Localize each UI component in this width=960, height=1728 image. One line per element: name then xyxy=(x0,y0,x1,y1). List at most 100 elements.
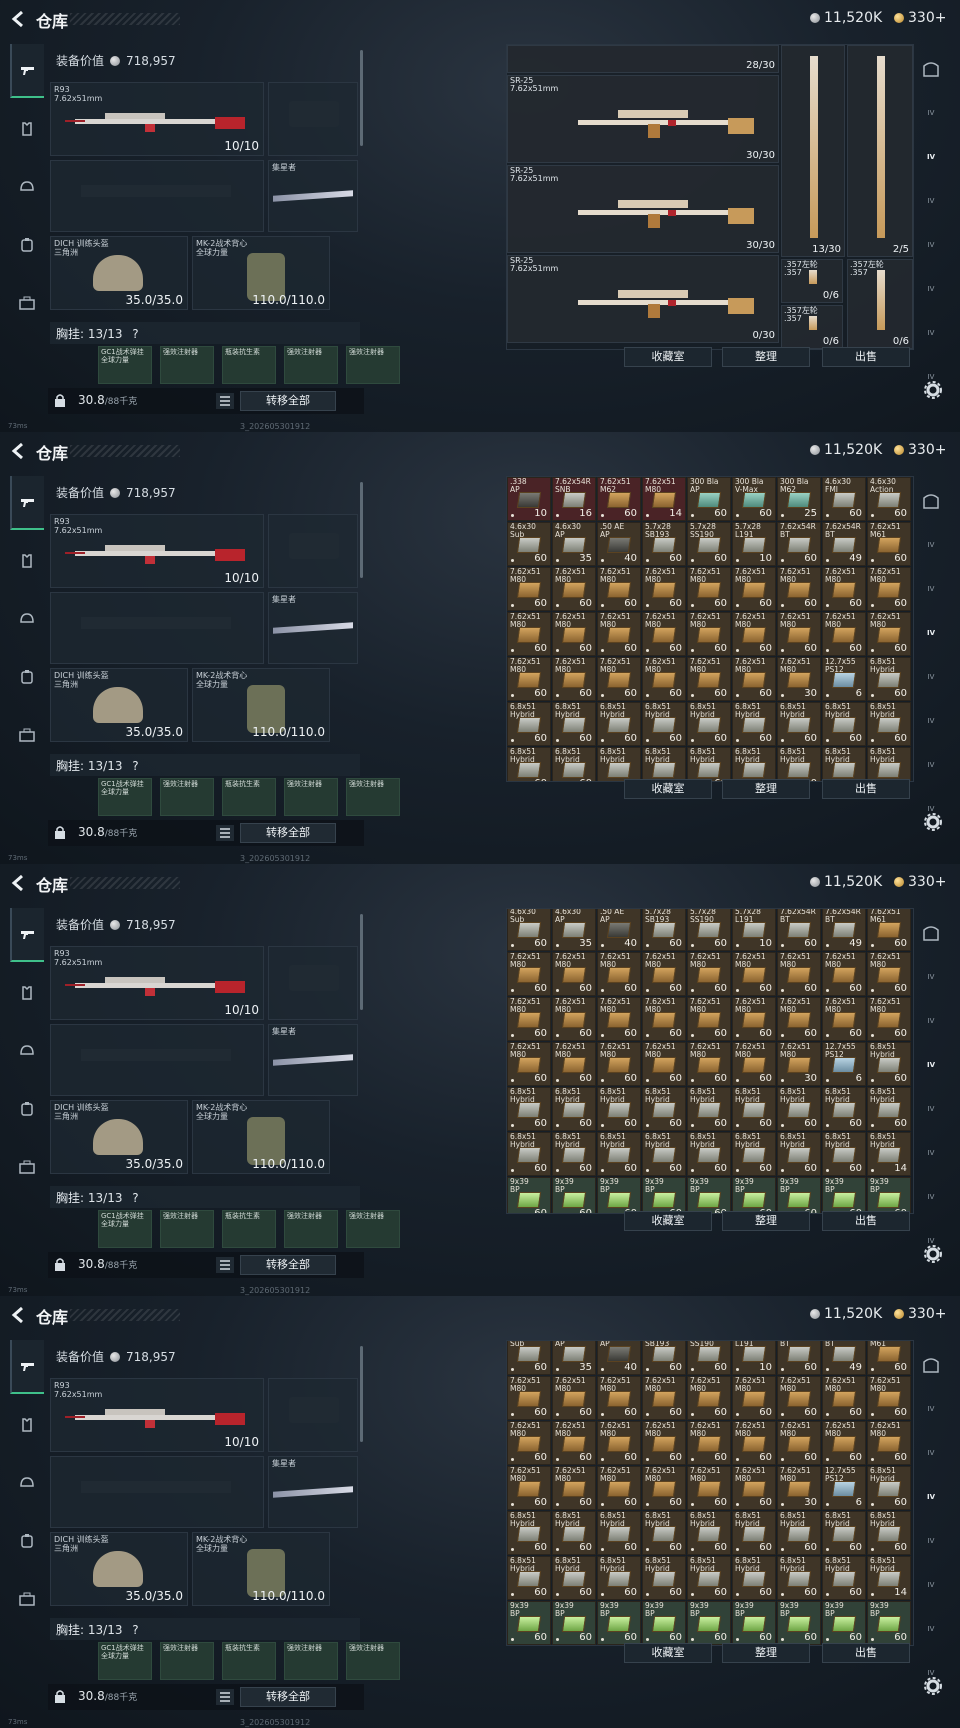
ammo-item-cell[interactable]: 6.8x51 Hybrid 14 xyxy=(867,1556,911,1600)
ammo-item-cell[interactable]: 7.62x51 M80 60 xyxy=(597,1376,641,1420)
stash-tab[interactable]: IV xyxy=(916,1568,946,1602)
ammo-item-cell[interactable]: 7.62x51 M80 60 xyxy=(507,612,551,656)
nav-armor[interactable] xyxy=(10,1398,44,1452)
loadout-scrollbar[interactable] xyxy=(360,1346,363,1442)
stash-tab[interactable]: IV xyxy=(916,316,946,350)
ammo-item-cell[interactable]: 6.8x51 Hybrid 60 xyxy=(687,1511,731,1555)
ammo-item-cell[interactable]: 9x39 BP 60 xyxy=(507,1177,551,1213)
sidearm-slot[interactable] xyxy=(268,514,358,588)
ammo-item-cell[interactable]: 7.62x51 M80 60 xyxy=(507,952,551,996)
primary-weapon-slot[interactable]: R93 7.62x51mm 10/10 xyxy=(50,514,264,588)
ammo-item-cell[interactable]: .338 AP 10 xyxy=(507,477,551,521)
ammo-item-cell[interactable]: 4.6x30 Sub 60 xyxy=(507,1341,551,1375)
ammo-item-cell[interactable]: 9x39 BP 60 xyxy=(777,1601,821,1645)
ammo-item-cell[interactable]: 4.6x30 AP 35 xyxy=(552,522,596,566)
ammo-item-cell[interactable]: 5.7x28 L191 10 xyxy=(732,1341,776,1375)
ammo-item-cell[interactable]: 7.62x51 M80 60 xyxy=(777,952,821,996)
melee-slot[interactable]: 集星者 xyxy=(268,160,358,232)
ammo-item-cell[interactable]: 4.6x30 AP 35 xyxy=(552,909,596,951)
ammo-item-cell[interactable]: 6.8x51 Hybrid 60 xyxy=(732,1556,776,1600)
chest-rig-slot[interactable]: 强效注射器 xyxy=(160,1642,214,1680)
ammo-item-cell[interactable]: 7.62x51 M80 60 xyxy=(732,657,776,701)
stash-tab[interactable]: IV xyxy=(916,228,946,262)
secondary-weapon-slot[interactable] xyxy=(50,160,264,232)
sort-button[interactable]: 整理 xyxy=(722,779,810,799)
ammo-item-cell[interactable]: 7.62x51 M80 60 xyxy=(552,952,596,996)
chest-rig-slot[interactable]: 强效注射器 xyxy=(346,1210,400,1248)
ammo-item-cell[interactable]: 7.62x51 M80 60 xyxy=(867,997,911,1041)
loadout-scrollbar[interactable] xyxy=(360,50,363,146)
chest-rig-slot[interactable]: 强效注射器 xyxy=(284,346,338,384)
ammo-item-cell[interactable]: .50 AE AP 40 xyxy=(597,522,641,566)
ammo-item-cell[interactable]: 7.62x51 M80 60 xyxy=(822,1421,866,1465)
vest-slot[interactable]: MK-2战术背心 全球力量 110.0/110.0 xyxy=(192,1532,330,1606)
sell-button[interactable]: 出售 xyxy=(822,1643,910,1663)
ammo-item-cell[interactable]: 6.8x51 Hybrid 60 xyxy=(507,702,551,746)
ammo-item-cell[interactable]: 6.8x51 Hybrid 60 xyxy=(822,1132,866,1176)
ammo-item-cell[interactable]: 7.62x51 M80 60 xyxy=(777,612,821,656)
ammo-item-cell[interactable]: 9x39 BP 60 xyxy=(732,1601,776,1645)
primary-weapon-slot[interactable]: R93 7.62x51mm 10/10 xyxy=(50,1378,264,1452)
ammo-item-cell[interactable]: 7.62x54R BT 49 xyxy=(822,1341,866,1375)
ammo-item-cell[interactable]: 7.62x51 M80 60 xyxy=(777,1376,821,1420)
ammo-item-cell[interactable]: 6.8x51 Hybrid 60 xyxy=(867,702,911,746)
stash-tab[interactable]: IV xyxy=(916,1480,946,1514)
ammo-item-cell[interactable]: .50 AE AP 40 xyxy=(597,1341,641,1375)
ammo-item-cell[interactable]: 6.8x51 Hybrid 60 xyxy=(822,1556,866,1600)
ammo-item-cell[interactable]: 6.8x51 Hybrid 60 xyxy=(507,1556,551,1600)
ammo-item-cell[interactable]: 12.7x55 PS12 6 xyxy=(822,1042,866,1086)
ammo-item-cell[interactable]: 7.62x51 M80 60 xyxy=(732,1466,776,1510)
stash-tab[interactable]: IV xyxy=(916,660,946,694)
ammo-item-cell[interactable]: 7.62x51 M62 60 xyxy=(597,477,641,521)
ammo-item-cell[interactable]: .50 AE AP 40 xyxy=(597,909,641,951)
ammo-item-cell[interactable]: 7.62x51 M80 60 xyxy=(552,1421,596,1465)
ammo-item-cell[interactable]: 7.62x51 M80 60 xyxy=(507,1466,551,1510)
ammo-item-cell[interactable]: 6.8x51 Hybrid 60 xyxy=(687,702,731,746)
nav-helmet[interactable] xyxy=(10,1456,44,1510)
vest-slot[interactable]: MK-2战术背心 全球力量 110.0/110.0 xyxy=(192,668,330,742)
helmet-slot[interactable]: DICH 训练头盔 三角洲 35.0/35.0 xyxy=(50,1100,188,1174)
ammo-item-cell[interactable]: 7.62x51 M80 60 xyxy=(642,657,686,701)
nav-backpack[interactable] xyxy=(10,1082,44,1136)
transfer-all-button[interactable]: 转移全部 xyxy=(240,823,336,843)
secondary-weapon-slot[interactable] xyxy=(50,1024,264,1096)
ammo-item-cell[interactable]: 9x39 BP 60 xyxy=(507,1601,551,1645)
ammo-item-cell[interactable]: 7.62x51 M80 30 xyxy=(777,1466,821,1510)
stash-weapon-cell[interactable]: SR-25 7.62x51mm 0/30 xyxy=(507,255,779,343)
ammo-item-cell[interactable]: 4.6x30 Sub 60 xyxy=(507,522,551,566)
ammo-item-cell[interactable]: 6.8x51 Hybrid 60 xyxy=(552,747,596,781)
ammo-item-cell[interactable]: 7.62x51 M80 60 xyxy=(687,952,731,996)
ammo-item-cell[interactable]: 5.7x28 L191 10 xyxy=(732,909,776,951)
nav-armor[interactable] xyxy=(10,102,44,156)
ammo-item-cell[interactable]: 6.8x51 Hybrid 60 xyxy=(777,702,821,746)
ammo-item-cell[interactable]: 7.62x51 M80 60 xyxy=(822,567,866,611)
collection-button[interactable]: 收藏室 xyxy=(624,1643,712,1663)
sort-button[interactable]: 整理 xyxy=(722,347,810,367)
back-arrow-icon[interactable] xyxy=(10,442,26,460)
ammo-item-cell[interactable]: 7.62x51 M80 60 xyxy=(597,952,641,996)
ammo-item-cell[interactable]: 6.8x51 Hybrid 60 xyxy=(642,1087,686,1131)
chest-rig-slot[interactable]: 瓶装抗生素 xyxy=(222,778,276,816)
ammo-item-cell[interactable]: 7.62x51 M80 60 xyxy=(597,1466,641,1510)
ammo-item-cell[interactable]: 7.62x54R BT 60 xyxy=(777,909,821,951)
chest-rig-slot[interactable]: 强效注射器 xyxy=(284,1642,338,1680)
ammo-item-cell[interactable]: 7.62x51 M80 60 xyxy=(552,1466,596,1510)
ammo-item-cell[interactable]: 7.62x51 M80 60 xyxy=(867,612,911,656)
transfer-all-button[interactable]: 转移全部 xyxy=(240,1255,336,1275)
ammo-item-cell[interactable]: 6.8x51 Hybrid 60 xyxy=(552,1556,596,1600)
stash-tab[interactable]: IV xyxy=(916,184,946,218)
ammo-item-cell[interactable]: 6.8x51 Hybrid 60 xyxy=(867,657,911,701)
ammo-item-cell[interactable]: 6.8x51 Hybrid 60 xyxy=(507,1132,551,1176)
primary-weapon-slot[interactable]: R93 7.62x51mm 10/10 xyxy=(50,946,264,1020)
stash-tab[interactable]: IV xyxy=(916,96,946,130)
ammo-item-cell[interactable]: 300 Bla V-Max 60 xyxy=(732,477,776,521)
ammo-item-cell[interactable]: 7.62x51 M80 60 xyxy=(552,1376,596,1420)
stash-tab[interactable]: IV xyxy=(916,792,946,826)
ammo-item-cell[interactable]: 7.62x51 M80 60 xyxy=(642,1466,686,1510)
ammo-item-cell[interactable]: 7.62x51 M80 60 xyxy=(597,612,641,656)
sidearm-slot[interactable] xyxy=(268,82,358,156)
ammo-item-cell[interactable]: 7.62x51 M80 60 xyxy=(732,567,776,611)
ammo-item-cell[interactable]: 7.62x51 M80 60 xyxy=(777,997,821,1041)
ammo-item-cell[interactable]: 7.62x51 M80 60 xyxy=(867,1376,911,1420)
transfer-all-button[interactable]: 转移全部 xyxy=(240,1687,336,1707)
